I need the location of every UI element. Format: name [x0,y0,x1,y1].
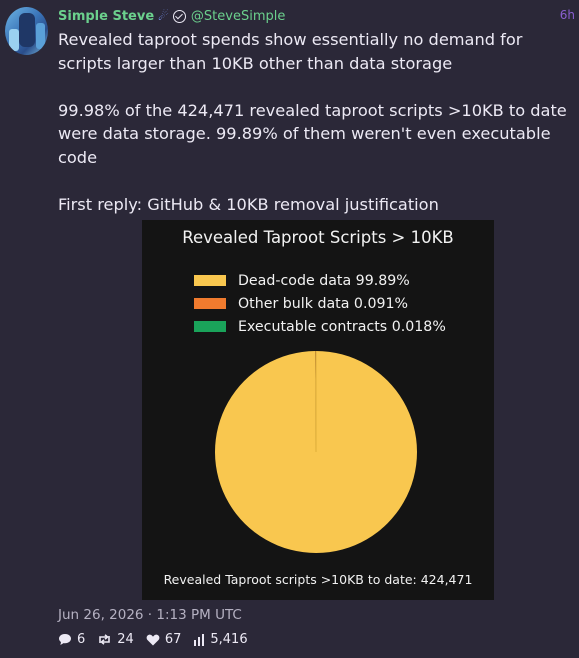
reply-count: 6 [77,632,86,647]
post: Simple Steve ☄ @SteveSimple 6h Revealed … [0,0,579,658]
pie-chart-image[interactable]: Revealed Taproot Scripts > 10KB Dead-cod… [142,220,494,600]
post-paragraph: Revealed taproot spends show essentially… [58,30,523,73]
legend-swatch [194,275,226,286]
post-datetime[interactable]: Jun 26, 2026 · 1:13 PM UTC [58,607,242,623]
legend-swatch [194,298,226,309]
post-paragraph: First reply: GitHub & 10KB removal justi… [58,195,439,215]
repost-arrows-icon [99,634,111,645]
legend-label: Executable contracts 0.018% [238,318,446,335]
chart-legend: Dead-code data 99.89% Other bulk data 0.… [194,269,446,338]
legend-item: Dead-code data 99.89% [194,269,446,292]
legend-label: Dead-code data 99.89% [238,272,410,289]
avatar[interactable] [5,7,48,55]
legend-item: Executable contracts 0.018% [194,315,446,338]
post-stats: 6 24 67 5,416 [58,632,260,647]
legend-swatch [194,321,226,332]
post-header: Simple Steve ☄ @SteveSimple [58,6,285,26]
repost-count: 24 [117,632,134,647]
verified-check-icon [172,9,186,23]
post-paragraph: 99.98% of the 424,471 revealed taproot s… [58,100,567,167]
legend-item: Other bulk data 0.091% [194,292,446,315]
comet-emoji-icon: ☄ [158,9,169,23]
bar-chart-icon [194,633,205,646]
speech-bubble-icon [59,634,71,645]
like-button[interactable]: 67 [146,632,182,647]
views-button[interactable]: 5,416 [193,632,248,647]
view-count: 5,416 [210,632,248,647]
chart-title: Revealed Taproot Scripts > 10KB [182,228,454,247]
chart-footer: Revealed Taproot scripts >10KB to date: … [163,572,473,587]
relative-timestamp[interactable]: 6h [560,8,575,22]
reply-button[interactable]: 6 [58,632,85,647]
heart-icon [146,634,160,645]
legend-label: Other bulk data 0.091% [238,295,409,312]
repost-button[interactable]: 24 [97,632,134,647]
post-body: Revealed taproot spends show essentially… [58,28,573,217]
display-name[interactable]: Simple Steve [58,9,154,24]
like-count: 67 [164,632,182,647]
user-handle[interactable]: @SteveSimple [191,9,285,24]
